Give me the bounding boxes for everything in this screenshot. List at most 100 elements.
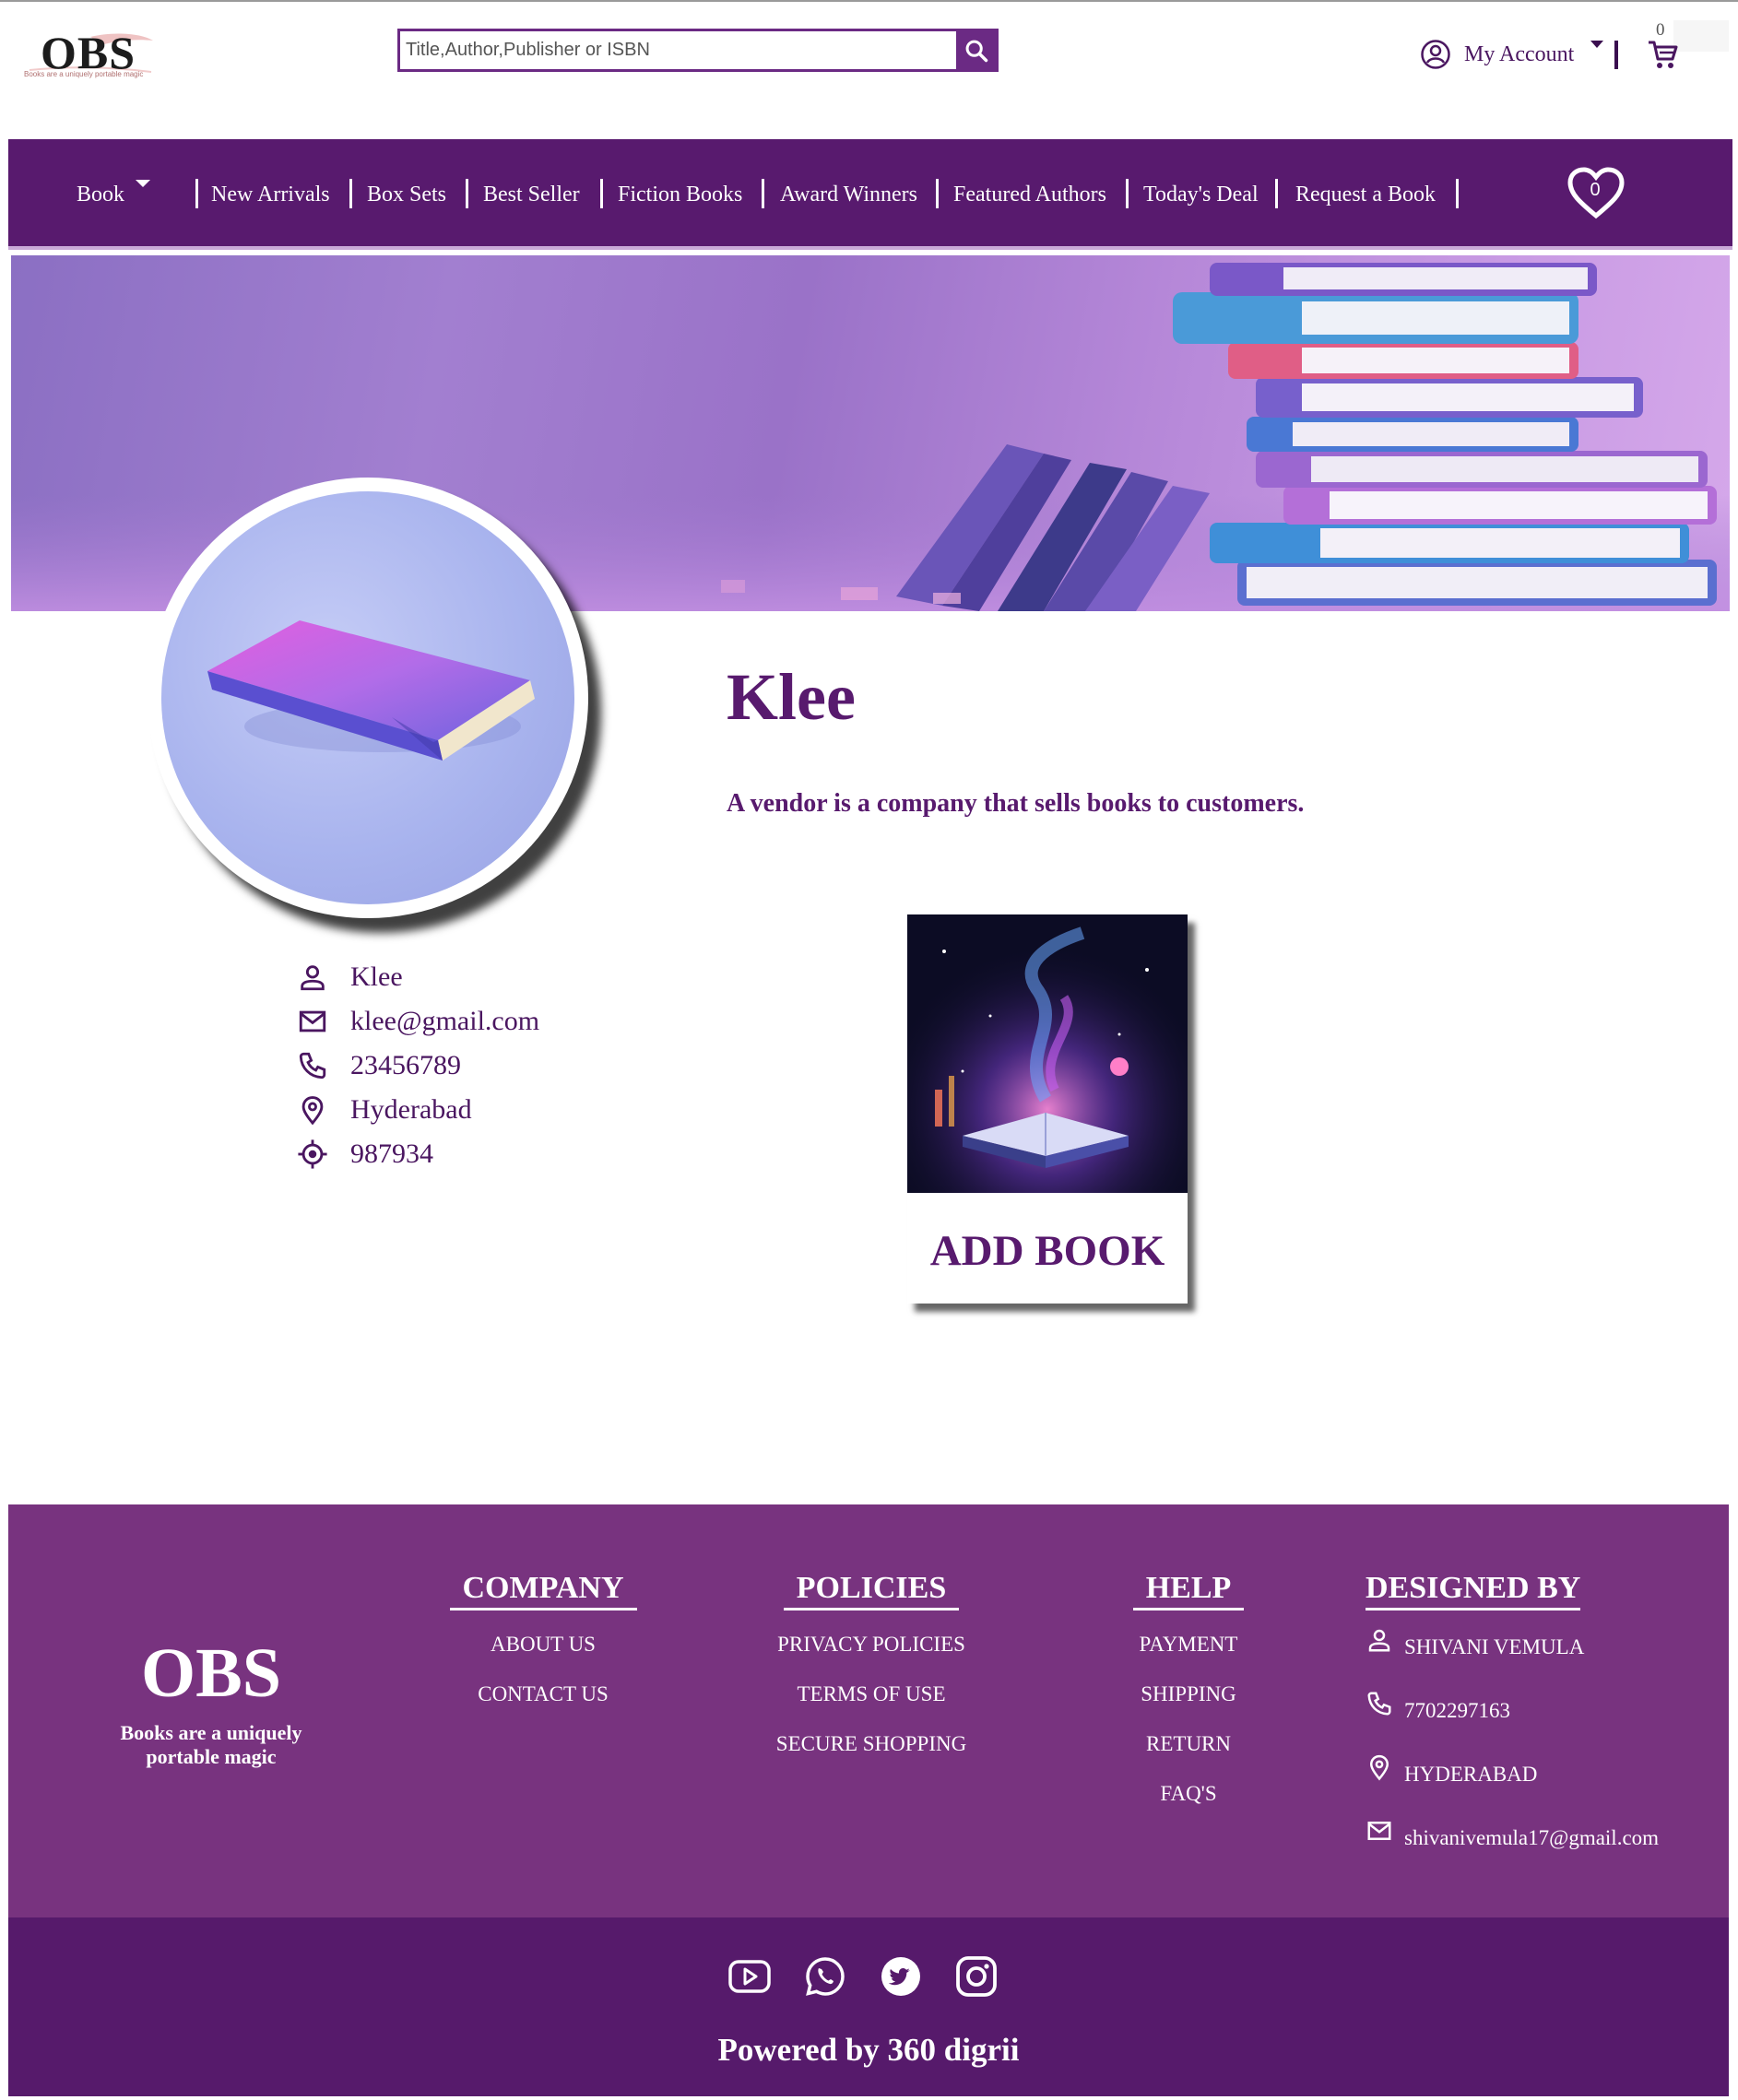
detail-city: Hyderabad [350, 1094, 472, 1125]
book-dropdown-caret-icon[interactable] [136, 180, 150, 187]
whatsapp-icon[interactable] [803, 1954, 846, 1998]
footer-designed-by: DESIGNED BY SHIVANI VEMULA 7702297163 HY… [1366, 1571, 1659, 1865]
nav-item-featured-authors[interactable]: Featured Authors [953, 139, 1106, 250]
footer-tagline-line1: Books are a uniquely [120, 1721, 302, 1744]
nav-separator [762, 179, 764, 208]
account-caret-icon[interactable] [1590, 41, 1603, 48]
mail-icon [297, 1003, 334, 1040]
social-links [727, 1954, 998, 1998]
nav-item-todays-deal[interactable]: Today's Deal [1143, 139, 1259, 250]
main-navigation: Book New Arrivals Box Sets Best Seller F… [8, 139, 1732, 250]
nav-separator [600, 179, 603, 208]
footer-tagline: Books are a uniquely portable magic [100, 1721, 322, 1770]
nav-separator [1126, 179, 1129, 208]
person-icon [297, 959, 334, 996]
nav-item-box-sets[interactable]: Box Sets [367, 139, 446, 250]
nav-item-fiction-books[interactable]: Fiction Books [618, 139, 742, 250]
footer-company: COMPANY ABOUT US CONTACT US [437, 1571, 649, 1710]
detail-city-row: Hyderabad [297, 1088, 539, 1132]
designer-city: HYDERABAD [1404, 1762, 1538, 1786]
designer-name: SHIVANI VEMULA [1404, 1634, 1585, 1658]
book-3d-icon [207, 620, 535, 761]
footer-link-about-us[interactable]: ABOUT US [437, 1629, 649, 1660]
footer-company-heading: COMPANY [449, 1571, 637, 1610]
footer-help: HELP PAYMENT SHIPPING RETURN FAQ'S [1119, 1571, 1258, 1810]
detail-phone-row: 23456789 [297, 1044, 539, 1088]
footer-policies-heading: POLICIES [783, 1571, 960, 1610]
youtube-icon[interactable] [727, 1954, 771, 1998]
location-pin-icon [297, 1091, 334, 1128]
footer-policies: POLICIES PRIVACY POLICIES TERMS OF USE S… [761, 1571, 982, 1760]
designer-name-row: SHIVANI VEMULA [1366, 1610, 1659, 1674]
my-account-label: My Account [1464, 41, 1575, 66]
nav-separator [466, 179, 468, 208]
header-divider [1614, 41, 1618, 69]
footer-link-contact-us[interactable]: CONTACT US [437, 1679, 649, 1710]
detail-username-row: Klee [297, 955, 539, 999]
cart-count: 0 [1656, 20, 1665, 40]
logo-tagline: Books are a uniquely portable magic [24, 70, 144, 78]
footer-bottom-bar: Powered by 360 digrii [8, 1917, 1729, 2096]
location-pin-icon [1366, 1753, 1404, 1786]
nav-item-request-a-book[interactable]: Request a Book [1295, 139, 1436, 250]
nav-separator [1456, 179, 1459, 208]
nav-item-book[interactable]: Book [77, 139, 124, 250]
instagram-icon[interactable] [954, 1954, 998, 1998]
footer-designed-by-heading: DESIGNED BY [1366, 1571, 1581, 1610]
detail-phone: 23456789 [350, 1050, 461, 1080]
footer-link-secure-shopping[interactable]: SECURE SHOPPING [761, 1728, 982, 1760]
footer-link-faqs[interactable]: FAQ'S [1119, 1778, 1258, 1810]
footer-help-heading: HELP [1132, 1571, 1245, 1610]
powered-by: Powered by 360 digrii [717, 2032, 1020, 2068]
top-border [0, 0, 1738, 2]
vendor-name: Klee [727, 660, 856, 734]
cart-highlight [1673, 20, 1729, 52]
wishlist-count: 0 [1590, 180, 1601, 200]
footer-brand: OBS Books are a uniquely portable magic [100, 1634, 322, 1770]
avatar-image [161, 491, 574, 904]
add-book-label: ADD BOOK [929, 1227, 1165, 1275]
designer-phone-row: 7702297163 [1366, 1674, 1659, 1738]
add-book-card[interactable]: ADD BOOK [907, 914, 1188, 1304]
search-input[interactable] [400, 31, 956, 69]
detail-pincode: 987934 [350, 1138, 433, 1169]
vendor-description: A vendor is a company that sells books t… [727, 789, 1305, 818]
nav-separator [349, 179, 352, 208]
person-icon [1366, 1626, 1404, 1658]
footer-link-payment[interactable]: PAYMENT [1119, 1629, 1258, 1660]
my-account-menu[interactable]: My Account [1420, 39, 1574, 70]
footer-logo: OBS [140, 1634, 282, 1712]
designer-city-row: HYDERABAD [1366, 1738, 1659, 1801]
phone-icon [1366, 1690, 1404, 1722]
footer-link-privacy-policies[interactable]: PRIVACY POLICIES [761, 1629, 982, 1660]
cart-button[interactable] [1647, 39, 1680, 75]
search-bar [397, 29, 999, 72]
designer-email[interactable]: shivanivemula17@gmail.com [1404, 1826, 1659, 1850]
nav-separator [195, 179, 198, 208]
phone-icon [297, 1047, 334, 1084]
detail-email-row: klee@gmail.com [297, 999, 539, 1044]
designer-phone: 7702297163 [1404, 1698, 1510, 1722]
detail-email: klee@gmail.com [350, 1006, 540, 1036]
wishlist-button[interactable]: 0 [1567, 167, 1626, 220]
nav-item-new-arrivals[interactable]: New Arrivals [211, 139, 330, 250]
magic-book-illustration [907, 914, 1188, 1193]
footer-tagline-line2: portable magic [146, 1745, 277, 1769]
nav-item-award-winners[interactable]: Award Winners [780, 139, 917, 250]
detail-pincode-row: 987934 [297, 1132, 539, 1176]
footer-link-terms-of-use[interactable]: TERMS OF USE [761, 1679, 982, 1710]
vendor-details: Klee klee@gmail.com 23456789 Hyderabad 9… [297, 955, 539, 1176]
nav-item-best-seller[interactable]: Best Seller [483, 139, 580, 250]
search-button[interactable] [956, 31, 996, 69]
designer-email-row: shivanivemula17@gmail.com [1366, 1801, 1659, 1865]
nav-separator [936, 179, 939, 208]
site-logo[interactable]: OBS Books are a uniquely portable magic [20, 26, 159, 83]
footer: OBS Books are a uniquely portable magic … [8, 1504, 1729, 1917]
twitter-icon[interactable] [879, 1954, 922, 1998]
detail-username: Klee [350, 962, 403, 992]
nav-separator [1275, 179, 1278, 208]
footer-link-return[interactable]: RETURN [1119, 1728, 1258, 1760]
add-book-image [907, 914, 1188, 1193]
footer-link-shipping[interactable]: SHIPPING [1119, 1679, 1258, 1710]
target-location-icon [297, 1136, 334, 1173]
